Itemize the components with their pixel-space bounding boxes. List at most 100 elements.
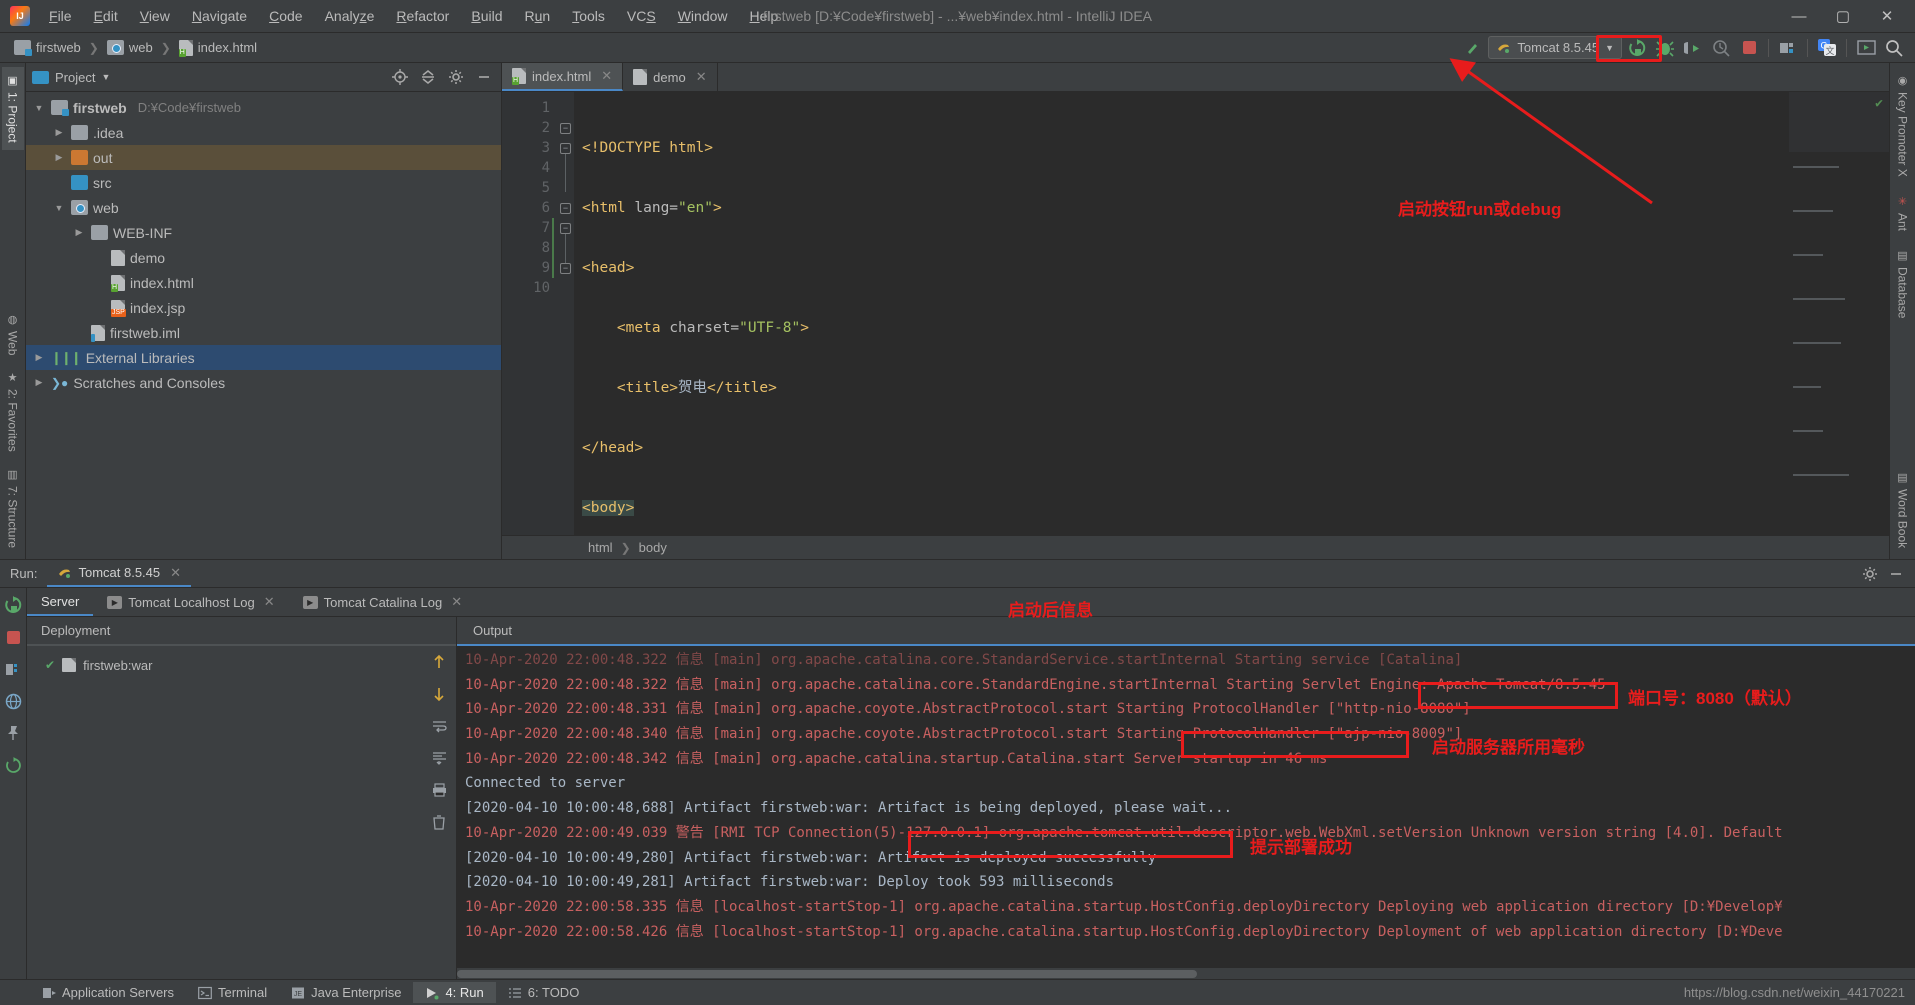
menu-help[interactable]: Help bbox=[739, 4, 790, 28]
tree-node-web[interactable]: ▼ web bbox=[26, 195, 501, 220]
sidebar-item-word-book[interactable]: ▤ Word Book bbox=[1892, 464, 1914, 555]
fold-marker[interactable]: − bbox=[560, 203, 571, 214]
browser-button[interactable] bbox=[2, 690, 24, 712]
breadcrumb-index-html[interactable]: H index.html bbox=[173, 38, 263, 58]
debug-button[interactable] bbox=[1652, 36, 1678, 60]
tab-tomcat-localhost-log[interactable]: ▶ Tomcat Localhost Log ✕ bbox=[93, 588, 288, 616]
breadcrumb-body[interactable]: body bbox=[639, 540, 667, 555]
run-button[interactable] bbox=[1624, 36, 1650, 60]
fold-marker[interactable]: − bbox=[560, 123, 571, 134]
deployment-item-firstweb-war[interactable]: ✔ firstweb:war bbox=[27, 654, 422, 676]
restart-button[interactable] bbox=[2, 754, 24, 776]
breadcrumb-html[interactable]: html bbox=[588, 540, 613, 555]
move-up-button[interactable] bbox=[428, 652, 450, 672]
menu-file[interactable]: File bbox=[38, 4, 83, 28]
minimize-button[interactable]: — bbox=[1777, 0, 1821, 32]
tree-node-scratches[interactable]: ▶ ❯● Scratches and Consoles bbox=[26, 370, 501, 395]
tab-server[interactable]: Server bbox=[27, 588, 94, 616]
profiler-button[interactable] bbox=[1708, 36, 1734, 60]
collapse-all-button[interactable] bbox=[417, 66, 439, 88]
menu-analyze[interactable]: Analyze bbox=[314, 4, 386, 28]
code-editor[interactable]: 1 2 3 4 5 6 7 8 9 10 − − − − − <!DOCTYPE… bbox=[502, 92, 1889, 535]
sidebar-item-ant[interactable]: ✳ Ant bbox=[1892, 188, 1914, 238]
close-icon[interactable]: ✕ bbox=[696, 69, 707, 85]
menu-edit[interactable]: Edit bbox=[83, 4, 129, 28]
sidebar-item-structure[interactable]: ▥ 7: Structure bbox=[2, 461, 24, 555]
sidebar-item-project[interactable]: ▣ 1: Project bbox=[1, 67, 24, 150]
status-terminal[interactable]: Terminal bbox=[186, 982, 279, 1003]
close-icon[interactable]: ✕ bbox=[451, 594, 462, 610]
fold-marker[interactable]: − bbox=[560, 223, 571, 234]
tree-node-index-html[interactable]: H index.html bbox=[26, 270, 501, 295]
translate-button[interactable]: G文 bbox=[1814, 36, 1840, 60]
fold-marker[interactable]: − bbox=[560, 143, 571, 154]
soft-wrap-button[interactable] bbox=[428, 716, 450, 736]
tree-node-src[interactable]: src bbox=[26, 170, 501, 195]
clear-all-button[interactable] bbox=[428, 812, 450, 832]
project-tree[interactable]: ▼ firstweb D:¥Code¥firstweb ▶ .idea ▶ ou… bbox=[26, 92, 501, 559]
menu-run[interactable]: Run bbox=[514, 4, 562, 28]
move-down-button[interactable] bbox=[428, 684, 450, 704]
code-folding-gutter[interactable]: − − − − − bbox=[552, 92, 574, 535]
menu-navigate[interactable]: Navigate bbox=[181, 4, 258, 28]
breadcrumb-firstweb[interactable]: firstweb bbox=[8, 38, 87, 57]
menu-build[interactable]: Build bbox=[460, 4, 513, 28]
menu-view[interactable]: View bbox=[129, 4, 181, 28]
expand-arrow-icon[interactable]: ▶ bbox=[32, 377, 46, 388]
stop-button[interactable] bbox=[2, 626, 24, 648]
tab-demo[interactable]: demo ✕ bbox=[623, 63, 718, 91]
expand-arrow-icon[interactable]: ▶ bbox=[32, 352, 46, 363]
console-output[interactable]: 10-Apr-2020 22:00:48.322 信息 [main] org.a… bbox=[457, 646, 1915, 968]
menu-code[interactable]: Code bbox=[258, 4, 313, 28]
menu-tools[interactable]: Tools bbox=[561, 4, 616, 28]
tree-node-firstweb[interactable]: ▼ firstweb D:¥Code¥firstweb bbox=[26, 95, 501, 120]
scroll-to-end-button[interactable] bbox=[428, 748, 450, 768]
expand-arrow-icon[interactable]: ▶ bbox=[72, 227, 86, 238]
close-icon[interactable]: ✕ bbox=[601, 68, 612, 84]
expand-arrow-icon[interactable]: ▼ bbox=[52, 203, 66, 213]
tree-node-idea[interactable]: ▶ .idea bbox=[26, 120, 501, 145]
hide-panel-button[interactable] bbox=[473, 66, 495, 88]
menu-vcs[interactable]: VCS bbox=[616, 4, 667, 28]
hide-panel-button[interactable] bbox=[1885, 563, 1907, 585]
tree-node-demo[interactable]: demo bbox=[26, 245, 501, 270]
sidebar-item-key-promoter[interactable]: ◉ Key Promoter X bbox=[1892, 67, 1914, 184]
settings-gear-icon[interactable] bbox=[445, 66, 467, 88]
expand-arrow-icon[interactable]: ▶ bbox=[52, 127, 66, 138]
chevron-down-icon[interactable]: ▼ bbox=[101, 72, 110, 82]
close-icon[interactable]: ✕ bbox=[170, 565, 181, 581]
presentation-button[interactable] bbox=[1853, 36, 1879, 60]
rerun-button[interactable] bbox=[2, 594, 24, 616]
tree-node-out[interactable]: ▶ out bbox=[26, 145, 501, 170]
code-content[interactable]: <!DOCTYPE html> <html lang="en"> <head> … bbox=[574, 92, 1889, 535]
menu-refactor[interactable]: Refactor bbox=[385, 4, 460, 28]
deploy-all-button[interactable] bbox=[2, 658, 24, 680]
scroll-from-source-button[interactable] bbox=[389, 66, 411, 88]
sidebar-item-favorites[interactable]: ★ 2: Favorites bbox=[2, 364, 24, 459]
expand-arrow-icon[interactable]: ▼ bbox=[32, 103, 46, 113]
expand-arrow-icon[interactable]: ▶ bbox=[52, 152, 66, 163]
sidebar-item-web[interactable]: ◍ Web bbox=[2, 306, 24, 362]
close-button[interactable]: ✕ bbox=[1865, 0, 1909, 32]
build-hammer-icon[interactable] bbox=[1460, 36, 1486, 60]
maximize-button[interactable]: ▢ bbox=[1821, 0, 1865, 32]
settings-gear-icon[interactable] bbox=[1859, 563, 1881, 585]
menu-window[interactable]: Window bbox=[667, 4, 739, 28]
run-with-coverage-button[interactable] bbox=[1680, 36, 1706, 60]
close-icon[interactable]: ✕ bbox=[264, 594, 275, 610]
deployment-tree[interactable]: ✔ firstweb:war bbox=[27, 646, 422, 979]
sidebar-item-database[interactable]: ▤ Database bbox=[1892, 242, 1914, 325]
run-configuration-selector[interactable]: Tomcat 8.5.45 ▼ bbox=[1488, 36, 1622, 59]
project-structure-button[interactable] bbox=[1775, 36, 1801, 60]
status-run[interactable]: 4: Run bbox=[413, 982, 496, 1003]
code-minimap[interactable]: ✔ bbox=[1789, 92, 1889, 476]
pin-button[interactable] bbox=[2, 722, 24, 744]
status-application-servers[interactable]: Application Servers bbox=[30, 982, 186, 1003]
tab-index-html[interactable]: H index.html ✕ bbox=[502, 63, 624, 91]
print-button[interactable] bbox=[428, 780, 450, 800]
scrollbar-thumb[interactable] bbox=[457, 970, 1197, 978]
console-horizontal-scrollbar[interactable] bbox=[457, 968, 1915, 979]
stop-button[interactable] bbox=[1736, 36, 1762, 60]
fold-marker[interactable]: − bbox=[560, 263, 571, 274]
tree-node-firstweb-iml[interactable]: firstweb.iml bbox=[26, 320, 501, 345]
